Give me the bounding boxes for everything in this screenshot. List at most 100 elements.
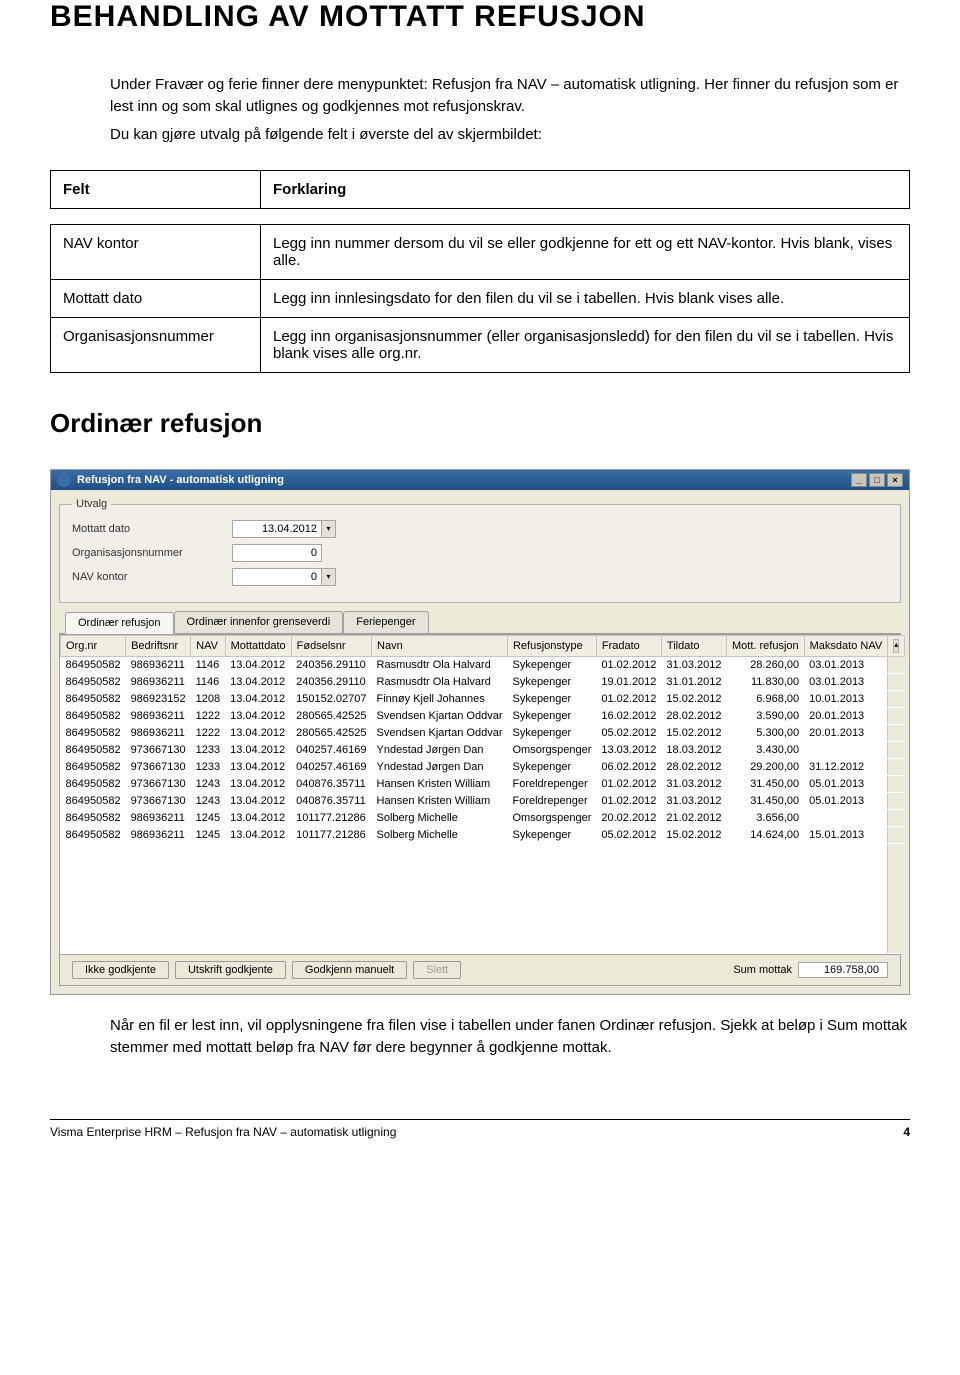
navkontor-input[interactable] xyxy=(232,568,322,586)
defs-row1-label: NAV kontor xyxy=(51,225,261,280)
col-header[interactable]: Fradato xyxy=(596,636,661,657)
table-cell: 28.02.2012 xyxy=(661,708,726,725)
navkontor-label: NAV kontor xyxy=(72,571,232,583)
table-cell: Sykepenger xyxy=(507,708,596,725)
page-footer: Visma Enterprise HRM – Refusjon fra NAV … xyxy=(50,1119,910,1139)
col-header[interactable]: Refusjonstype xyxy=(507,636,596,657)
table-cell: 31.03.2012 xyxy=(661,776,726,793)
bottom-toolbar: Ikke godkjente Utskrift godkjente Godkje… xyxy=(59,955,901,986)
table-cell: 040257.46169 xyxy=(291,742,371,759)
table-cell: 240356.29110 xyxy=(291,657,371,674)
table-cell: 101177.21286 xyxy=(291,827,371,844)
table-row[interactable]: 864950582973667130124313.04.2012040876.3… xyxy=(61,776,905,793)
table-row[interactable]: 864950582986936211114613.04.2012240356.2… xyxy=(61,674,905,691)
table-cell: 15.02.2012 xyxy=(661,691,726,708)
table-cell: Solberg Michelle xyxy=(372,810,508,827)
table-cell: Sykepenger xyxy=(507,657,596,674)
defs-row3-text: Legg inn organisasjonsnummer (eller orga… xyxy=(261,318,910,373)
table-cell: 28.260,00 xyxy=(726,657,804,674)
col-header[interactable]: NAV xyxy=(191,636,225,657)
table-cell: 01.02.2012 xyxy=(596,657,661,674)
table-cell: 6.968,00 xyxy=(726,691,804,708)
table-cell: 040257.46169 xyxy=(291,759,371,776)
section-heading-ordinaer: Ordinær refusjon xyxy=(50,408,910,439)
col-header[interactable]: Tildato xyxy=(661,636,726,657)
godkjenn-manuelt-button[interactable]: Godkjenn manuelt xyxy=(292,961,407,979)
table-cell: 31.03.2012 xyxy=(661,657,726,674)
col-header[interactable]: Org.nr xyxy=(61,636,126,657)
table-cell: 3.590,00 xyxy=(726,708,804,725)
defs-header-forklaring: Forklaring xyxy=(273,181,346,198)
table-cell: Solberg Michelle xyxy=(372,827,508,844)
table-row[interactable]: 864950582986936211124513.04.2012101177.2… xyxy=(61,827,905,844)
table-row[interactable]: 864950582986923152120813.04.2012150152.0… xyxy=(61,691,905,708)
refusjon-table: Org.nrBedriftsnrNAVMottattdatoFødselsnrN… xyxy=(60,635,905,954)
table-cell: 864950582 xyxy=(61,759,126,776)
table-cell: 31.12.2012 xyxy=(804,759,888,776)
scroll-up-icon[interactable]: ▴ xyxy=(893,639,899,653)
table-cell: 01.02.2012 xyxy=(596,793,661,810)
col-header[interactable]: Bedriftsnr xyxy=(126,636,191,657)
table-row[interactable]: 864950582986936211114613.04.2012240356.2… xyxy=(61,657,905,674)
table-cell: Sykepenger xyxy=(507,827,596,844)
table-cell: 13.04.2012 xyxy=(225,725,291,742)
table-cell: 280565.42525 xyxy=(291,725,371,742)
table-cell: 973667130 xyxy=(126,742,191,759)
table-cell: 29.200,00 xyxy=(726,759,804,776)
table-cell: 31.01.2012 xyxy=(661,674,726,691)
col-header[interactable]: Fødselsnr xyxy=(291,636,371,657)
table-cell: 1245 xyxy=(191,810,225,827)
table-cell: 973667130 xyxy=(126,759,191,776)
table-cell: 20.01.2013 xyxy=(804,725,888,742)
table-row[interactable]: 864950582973667130123313.04.2012040257.4… xyxy=(61,759,905,776)
navkontor-dropdown-icon[interactable]: ▾ xyxy=(322,568,336,586)
table-cell: 986936211 xyxy=(126,674,191,691)
table-cell: Sykepenger xyxy=(507,674,596,691)
footer-left: Visma Enterprise HRM – Refusjon fra NAV … xyxy=(50,1125,396,1139)
table-cell: 1222 xyxy=(191,725,225,742)
maximize-button[interactable]: □ xyxy=(869,473,885,487)
intro-paragraph-1: Under Fravær og ferie finner dere menypu… xyxy=(110,74,910,118)
col-header[interactable]: Mott. refusjon xyxy=(726,636,804,657)
mottatt-dato-dropdown-icon[interactable]: ▾ xyxy=(322,520,336,538)
tab-ordinaer-refusjon[interactable]: Ordinær refusjon xyxy=(65,612,174,634)
ikke-godkjente-button[interactable]: Ikke godkjente xyxy=(72,961,169,979)
intro-paragraph-2: Du kan gjøre utvalg på følgende felt i ø… xyxy=(110,124,910,146)
defs-header-felt: Felt xyxy=(63,181,90,198)
table-cell: 1233 xyxy=(191,759,225,776)
tab-ordinaer-grenseverdi[interactable]: Ordinær innenfor grenseverdi xyxy=(174,611,344,633)
table-cell: 101177.21286 xyxy=(291,810,371,827)
table-cell: 1245 xyxy=(191,827,225,844)
table-cell: 040876.35711 xyxy=(291,793,371,810)
table-cell: 864950582 xyxy=(61,793,126,810)
defs-row3-label: Organisasjonsnummer xyxy=(51,318,261,373)
utskrift-godkjente-button[interactable]: Utskrift godkjente xyxy=(175,961,286,979)
field-definition-table: Felt Forklaring NAV kontor Legg inn numm… xyxy=(50,170,910,373)
table-cell: 31.450,00 xyxy=(726,793,804,810)
minimize-button[interactable]: _ xyxy=(851,473,867,487)
table-cell: 20.01.2013 xyxy=(804,708,888,725)
table-cell: Sykepenger xyxy=(507,691,596,708)
tab-feriepenger[interactable]: Feriepenger xyxy=(343,611,428,633)
orgnr-input[interactable] xyxy=(232,544,322,562)
slett-button[interactable]: Slett xyxy=(413,961,461,979)
table-row[interactable]: 864950582973667130124313.04.2012040876.3… xyxy=(61,793,905,810)
close-button[interactable]: × xyxy=(887,473,903,487)
table-row[interactable]: 864950582973667130123313.04.2012040257.4… xyxy=(61,742,905,759)
col-header[interactable]: Navn xyxy=(372,636,508,657)
table-cell: 13.04.2012 xyxy=(225,810,291,827)
col-header[interactable]: Maksdato NAV xyxy=(804,636,888,657)
table-cell: Omsorgspenger xyxy=(507,742,596,759)
col-header[interactable]: Mottattdato xyxy=(225,636,291,657)
table-row[interactable]: 864950582986936211122213.04.2012280565.4… xyxy=(61,708,905,725)
table-cell: Svendsen Kjartan Oddvar xyxy=(372,725,508,742)
table-row[interactable]: 864950582986936211124513.04.2012101177.2… xyxy=(61,810,905,827)
table-cell: 3.430,00 xyxy=(726,742,804,759)
mottatt-dato-input[interactable] xyxy=(232,520,322,538)
table-cell: 03.01.2013 xyxy=(804,674,888,691)
table-row[interactable]: 864950582986936211122213.04.2012280565.4… xyxy=(61,725,905,742)
table-cell: Omsorgspenger xyxy=(507,810,596,827)
table-cell: Sykepenger xyxy=(507,759,596,776)
table-cell: Rasmusdtr Ola Halvard xyxy=(372,657,508,674)
table-cell: 5.300,00 xyxy=(726,725,804,742)
